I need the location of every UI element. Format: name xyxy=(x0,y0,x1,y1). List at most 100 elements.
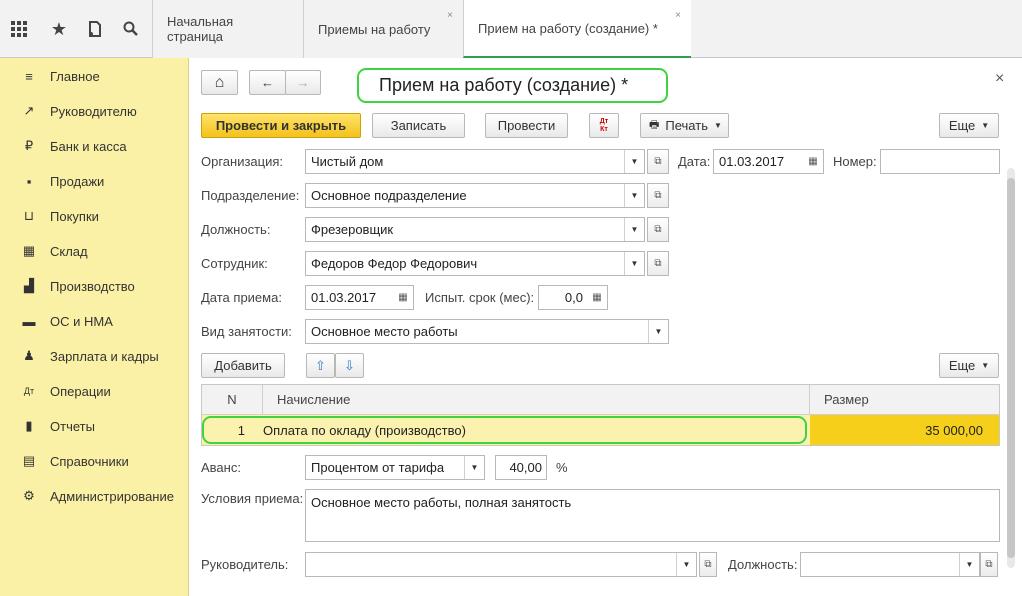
manager-field[interactable]: ▼ xyxy=(305,552,697,577)
column-header-accrual[interactable]: Начисление xyxy=(263,385,810,415)
post-button[interactable]: Провести xyxy=(485,113,568,138)
ruble-icon: ₽ xyxy=(24,138,34,153)
dt-kt-icon: Дт xyxy=(23,386,35,396)
sidebar-item-directories[interactable]: ▤ Справочники xyxy=(0,446,189,476)
cart-icon: ⊔ xyxy=(23,208,35,223)
table-more-button[interactable]: Еще ▼ xyxy=(939,353,999,378)
sidebar-item-manager[interactable]: ↗ Руководителю xyxy=(0,96,189,126)
forward-button[interactable]: → xyxy=(285,70,321,95)
column-header-n[interactable]: N xyxy=(202,385,263,415)
date-value: 01.03.2017 xyxy=(719,154,785,169)
tab-label: Начальная страница xyxy=(167,14,234,44)
save-button[interactable]: Записать xyxy=(372,113,465,138)
sidebar-item-sales[interactable]: ▪ Продажи xyxy=(0,166,189,196)
more-label: Еще xyxy=(948,118,976,133)
add-button[interactable]: Добавить xyxy=(201,353,285,378)
column-header-amount[interactable]: Размер xyxy=(810,385,999,415)
sidebar-item-payroll[interactable]: ♟ Зарплата и кадры xyxy=(0,341,189,371)
gear-icon: ⚙ xyxy=(23,488,35,503)
sidebar-item-warehouse[interactable]: ▦ Склад xyxy=(0,236,189,266)
trial-period-field[interactable]: 0,0 ▦ xyxy=(538,285,608,310)
sidebar-item-assets[interactable]: ▬ ОС и НМА xyxy=(0,306,189,336)
move-down-button[interactable]: ⇩ xyxy=(335,353,364,378)
sidebar-item-production[interactable]: ▟ Производство xyxy=(0,271,189,301)
number-field[interactable] xyxy=(880,149,1000,174)
chevron-down-icon[interactable]: ▼ xyxy=(624,252,644,275)
menu-icon: ≡ xyxy=(25,68,33,84)
search-icon[interactable] xyxy=(112,0,150,58)
print-button[interactable]: 🖶 Печать ▼ xyxy=(640,113,729,138)
position-value: Фрезеровщик xyxy=(311,222,394,237)
sidebar-item-label: Операции xyxy=(50,383,111,399)
trend-icon: ↗ xyxy=(23,103,35,118)
advance-unit: % xyxy=(556,460,568,475)
tab-home[interactable]: Начальная страница xyxy=(152,0,303,58)
row-amount-cell[interactable]: 35 000,00 xyxy=(810,415,999,445)
back-button[interactable]: ← xyxy=(249,70,286,95)
chevron-down-icon[interactable]: ▼ xyxy=(676,553,696,576)
home-button[interactable]: ⌂ xyxy=(201,70,238,95)
conditions-label: Условия приема: xyxy=(201,491,304,506)
dt-kt-button[interactable]: Дт Кт xyxy=(589,113,619,138)
open-icon[interactable]: ⧉ xyxy=(699,552,717,577)
arrow-down-icon: ⇩ xyxy=(344,357,355,373)
close-icon[interactable]: × xyxy=(447,10,453,21)
dt-kt-icon: Дт Кт xyxy=(599,117,609,133)
sidebar-item-operations[interactable]: Дт Операции xyxy=(0,376,189,406)
tab-hire-create[interactable]: Прием на работу (создание) * × xyxy=(463,0,691,58)
sidebar-item-reports[interactable]: ▮ Отчеты xyxy=(0,411,189,441)
manager-position-field[interactable]: ▼ xyxy=(800,552,980,577)
chevron-down-icon[interactable]: ▼ xyxy=(624,184,644,207)
open-icon[interactable]: ⧉ xyxy=(647,251,669,276)
home-icon: ⌂ xyxy=(214,73,225,91)
scrollbar-thumb[interactable] xyxy=(1007,178,1015,558)
organization-field[interactable]: Чистый дом ▼ xyxy=(305,149,645,174)
close-form-button[interactable]: × xyxy=(995,70,1004,88)
post-and-close-button[interactable]: Провести и закрыть xyxy=(201,113,361,138)
chevron-down-icon[interactable]: ▼ xyxy=(648,320,668,343)
factory-icon: ▟ xyxy=(24,278,34,293)
tab-label: Приемы на работу xyxy=(318,21,431,37)
close-icon[interactable]: × xyxy=(675,10,681,21)
calculator-icon[interactable]: ▦ xyxy=(587,286,607,309)
arrow-left-icon: ← xyxy=(261,75,274,90)
open-icon[interactable]: ⧉ xyxy=(980,552,998,577)
division-label: Подразделение: xyxy=(201,188,300,203)
conditions-textarea[interactable]: Основное место работы, полная занятость xyxy=(305,489,1000,542)
employment-type-field[interactable]: Основное место работы ▼ xyxy=(305,319,669,344)
sidebar-item-admin[interactable]: ⚙ Администрирование xyxy=(0,481,189,511)
conditions-value: Основное место работы, полная занятость xyxy=(311,495,572,510)
sidebar-item-purchases[interactable]: ⊔ Покупки xyxy=(0,201,189,231)
advance-value-field[interactable]: 40,00 xyxy=(495,455,547,480)
position-field[interactable]: Фрезеровщик ▼ xyxy=(305,217,645,242)
calendar-icon[interactable]: ▦ xyxy=(393,286,413,309)
open-icon[interactable]: ⧉ xyxy=(647,217,669,242)
hire-date-field[interactable]: 01.03.2017 ▦ xyxy=(305,285,414,310)
advance-mode-field[interactable]: Процентом от тарифа ▼ xyxy=(305,455,485,480)
division-field[interactable]: Основное подразделение ▼ xyxy=(305,183,645,208)
history-icon[interactable] xyxy=(76,0,114,58)
scrollbar[interactable] xyxy=(1007,168,1015,568)
document-form: ⌂ ← → Прием на работу (создание) * × Про… xyxy=(189,58,1022,596)
sidebar-item-label: Производство xyxy=(50,278,135,294)
employee-field[interactable]: Федоров Федор Федорович ▼ xyxy=(305,251,645,276)
chevron-down-icon[interactable]: ▼ xyxy=(464,456,484,479)
open-icon[interactable]: ⧉ xyxy=(647,183,669,208)
chevron-down-icon[interactable]: ▼ xyxy=(624,218,644,241)
sidebar-item-main[interactable]: ≡ Главное xyxy=(0,61,189,91)
more-button[interactable]: Еще ▼ xyxy=(939,113,999,138)
employee-label: Сотрудник: xyxy=(201,256,268,271)
star-icon[interactable]: ★ xyxy=(40,0,78,58)
chevron-down-icon[interactable]: ▼ xyxy=(624,150,644,173)
tab-hires-list[interactable]: Приемы на работу × xyxy=(303,0,463,58)
sidebar-item-bank[interactable]: ₽ Банк и касса xyxy=(0,131,189,161)
position-label: Должность: xyxy=(201,222,271,237)
date-field[interactable]: 01.03.2017 ▦ xyxy=(713,149,824,174)
apps-grid-icon[interactable] xyxy=(0,0,38,58)
move-up-button[interactable]: ⇧ xyxy=(306,353,335,378)
organization-label: Организация: xyxy=(201,154,284,169)
chevron-down-icon[interactable]: ▼ xyxy=(959,553,979,576)
bar-chart-icon: ▮ xyxy=(25,418,33,433)
open-icon[interactable]: ⧉ xyxy=(647,149,669,174)
calendar-icon[interactable]: ▦ xyxy=(803,150,823,173)
